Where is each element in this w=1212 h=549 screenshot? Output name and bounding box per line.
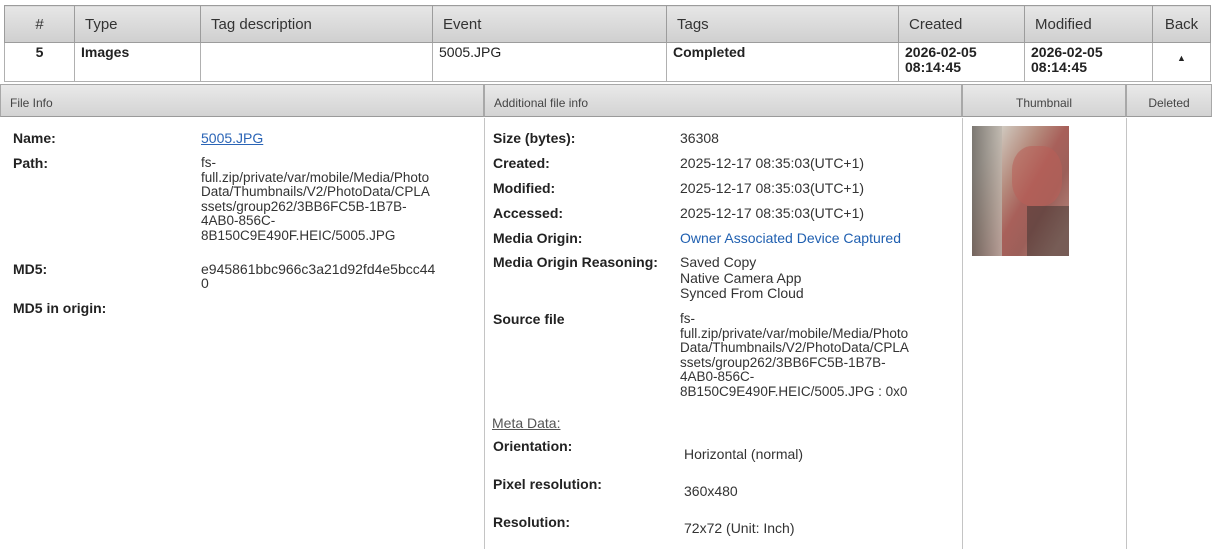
media-origin-label: Media Origin:: [493, 230, 583, 246]
md5-origin-label: MD5 in origin:: [13, 300, 107, 316]
resolution-value: 72x72 (Unit: Inch): [684, 520, 795, 536]
cell-tags: Completed: [666, 42, 899, 82]
pixel-resolution-label: Pixel resolution:: [493, 476, 602, 492]
media-origin-reasoning-label: Media Origin Reasoning:: [493, 254, 658, 270]
col-header-modified[interactable]: Modified: [1024, 5, 1153, 43]
col-header-back[interactable]: Back: [1152, 5, 1211, 43]
cell-event: 5005.JPG: [432, 42, 667, 82]
deleted-header: Deleted: [1126, 84, 1212, 117]
modified-label: Modified:: [493, 180, 556, 196]
path-value: fs- full.zip/private/var/mobile/Media/Ph…: [201, 155, 430, 243]
modified-value: 2025-12-17 08:35:03(UTC+1): [680, 180, 865, 196]
records-table: # Type Tag description Event Tags Create…: [4, 5, 1211, 82]
path-label: Path:: [13, 155, 48, 171]
accessed-value: 2025-12-17 08:35:03(UTC+1): [680, 205, 865, 221]
cell-modified: 2026-02-05 08:14:45: [1024, 42, 1153, 82]
col-header-created[interactable]: Created: [898, 5, 1025, 43]
name-label: Name:: [13, 130, 56, 146]
table-row[interactable]: 5 Images 5005.JPG Completed 2026-02-05 0…: [4, 42, 1211, 82]
meta-data-heading[interactable]: Meta Data:: [492, 416, 560, 431]
md5-value: e945861bbc966c3a21d92fd4e5bcc44 0: [201, 261, 436, 291]
thumbnail-header: Thumbnail: [962, 84, 1126, 117]
cell-created: 2026-02-05 08:14:45: [898, 42, 1025, 82]
md5-label: MD5:: [13, 261, 48, 277]
pixel-resolution-value: 360x480: [684, 483, 738, 499]
cell-number: 5: [4, 42, 75, 82]
source-file-label: Source file: [493, 311, 565, 327]
table-header-row: # Type Tag description Event Tags Create…: [4, 5, 1211, 43]
divider: [1126, 118, 1127, 549]
divider: [962, 118, 963, 549]
media-origin-value: Owner Associated Device Captured: [680, 230, 901, 246]
image-thumbnail[interactable]: [972, 126, 1069, 256]
resolution-label: Resolution:: [493, 514, 570, 530]
orientation-value: Horizontal (normal): [684, 446, 804, 462]
created-label: Created:: [493, 155, 550, 171]
cell-tag-description: [200, 42, 433, 82]
additional-info-header: Additional file info: [484, 84, 962, 117]
media-origin-reasoning-value: Saved Copy Native Camera App Synced From…: [680, 254, 804, 301]
size-value: 36308: [680, 130, 719, 146]
col-header-event[interactable]: Event: [432, 5, 667, 43]
cell-back: ▲: [1152, 42, 1211, 82]
file-info-header: File Info: [0, 84, 484, 117]
created-value: 2025-12-17 08:35:03(UTC+1): [680, 155, 865, 171]
divider: [484, 118, 485, 549]
orientation-label: Orientation:: [493, 438, 573, 454]
cell-type: Images: [74, 42, 201, 82]
col-header-type[interactable]: Type: [74, 5, 201, 43]
scroll-up-arrow-icon[interactable]: ▲: [1159, 51, 1204, 66]
accessed-label: Accessed:: [493, 205, 564, 221]
col-header-tags[interactable]: Tags: [666, 5, 899, 43]
col-header-number[interactable]: #: [4, 5, 75, 43]
file-name-link[interactable]: 5005.JPG: [201, 131, 263, 146]
size-label: Size (bytes):: [493, 130, 576, 146]
col-header-tag-description[interactable]: Tag description: [200, 5, 433, 43]
source-file-value: fs- full.zip/private/var/mobile/Media/Ph…: [680, 311, 909, 399]
